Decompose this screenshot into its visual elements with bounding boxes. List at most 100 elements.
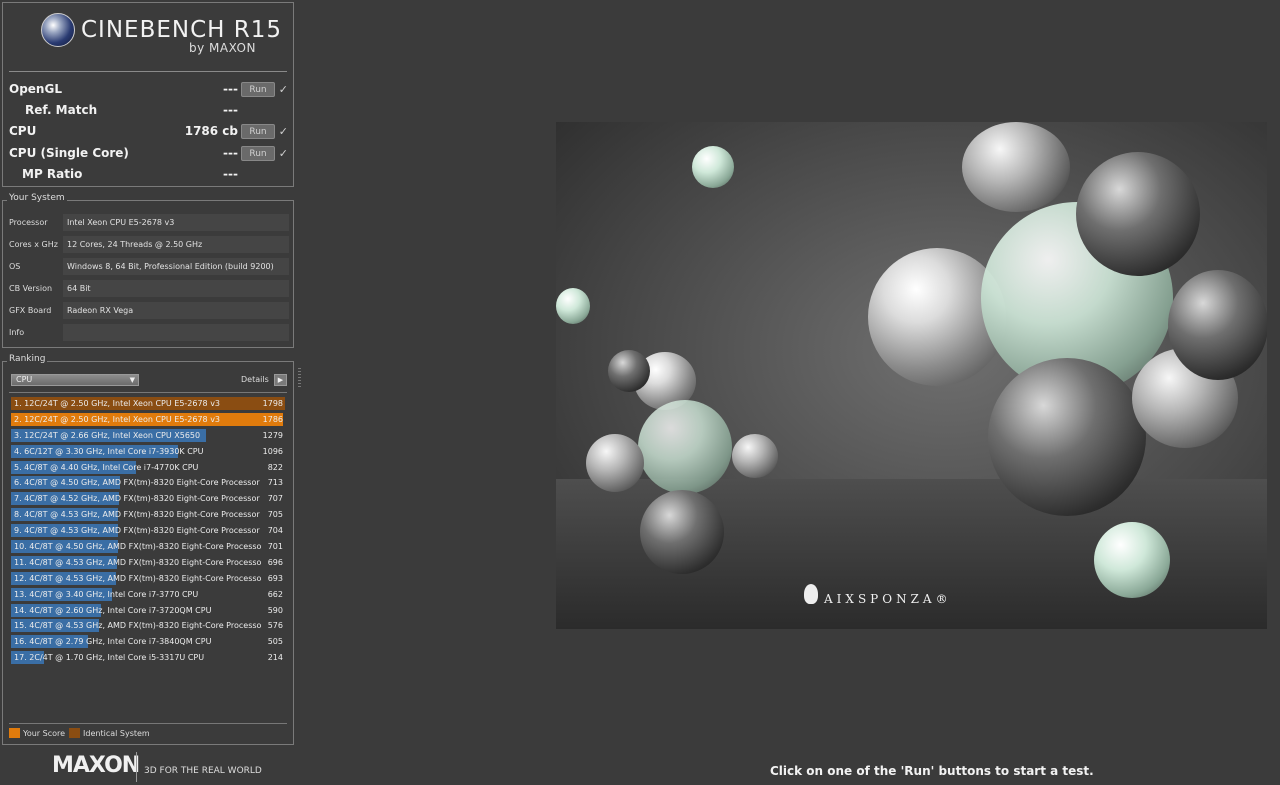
ranking-name: 15. 4C/8T @ 4.53 GHz, AMD FX(tm)-8320 Ei… (14, 621, 262, 631)
render-sphere (638, 400, 732, 494)
ranking-name: 16. 4C/8T @ 2.79 GHz, Intel Core i7-3840… (14, 637, 212, 647)
ranking-score: 707 (267, 494, 283, 504)
ranking-category-select[interactable]: CPU ▼ (11, 374, 139, 386)
ranking-row[interactable]: 3. 12C/24T @ 2.66 GHz, Intel Xeon CPU X5… (9, 428, 287, 444)
ranking-row[interactable]: 11. 4C/8T @ 4.53 GHz, AMD FX(tm)-8320 Ei… (9, 555, 287, 571)
system-value: 64 Bit (63, 279, 289, 297)
ranking-name: 3. 12C/24T @ 2.66 GHz, Intel Xeon CPU X5… (14, 430, 201, 440)
system-label: Cores x GHz (9, 239, 58, 249)
check-icon[interactable]: ✓ (279, 83, 288, 96)
system-row-processor: Processor Intel Xeon CPU E5-2678 v3 (9, 213, 289, 231)
ranking-divider (9, 723, 287, 724)
ranking-row[interactable]: 5. 4C/8T @ 4.40 GHz, Intel Core i7-4770K… (9, 460, 287, 476)
score-value: --- (223, 82, 238, 96)
ranking-name: 8. 4C/8T @ 4.53 GHz, AMD FX(tm)-8320 Eig… (14, 510, 260, 520)
ranking-row[interactable]: 13. 4C/8T @ 3.40 GHz, Intel Core i7-3770… (9, 587, 287, 603)
ranking-name: 17. 2C/4T @ 1.70 GHz, Intel Core i5-3317… (14, 653, 205, 663)
ranking-row[interactable]: 9. 4C/8T @ 4.53 GHz, AMD FX(tm)-8320 Eig… (9, 523, 287, 539)
render-sphere (1094, 522, 1170, 598)
ranking-score: 704 (267, 526, 283, 536)
app-subtitle: by MAXON (189, 41, 256, 55)
render-sphere (556, 288, 590, 324)
ranking-score: 1096 (262, 446, 283, 456)
panel-title: Ranking (7, 354, 48, 364)
ranking-row[interactable]: 8. 4C/8T @ 4.53 GHz, AMD FX(tm)-8320 Eig… (9, 507, 287, 523)
score-label: MP Ratio (22, 167, 83, 181)
details-button[interactable]: ▶ (274, 374, 287, 386)
ranking-name: 7. 4C/8T @ 4.52 GHz, AMD FX(tm)-8320 Eig… (14, 494, 260, 504)
panel-title: Your System (7, 193, 67, 203)
ranking-score: 701 (267, 542, 283, 552)
ranking-score: 705 (267, 510, 283, 520)
ranking-row[interactable]: 15. 4C/8T @ 4.53 GHz, AMD FX(tm)-8320 Ei… (9, 618, 287, 634)
check-icon[interactable]: ✓ (279, 125, 288, 138)
ranking-row[interactable]: 16. 4C/8T @ 2.79 GHz, Intel Core i7-3840… (9, 634, 287, 650)
render-sphere (1076, 152, 1200, 276)
ranking-name: 2. 12C/24T @ 2.50 GHz, Intel Xeon CPU E5… (14, 414, 221, 424)
render-sphere (692, 146, 734, 188)
ranking-name: 1. 12C/24T @ 2.50 GHz, Intel Xeon CPU E5… (14, 399, 221, 408)
header-panel: CINEBENCH R15 by MAXON OpenGL --- Run ✓ … (2, 2, 294, 187)
system-row-os: OS Windows 8, 64 Bit, Professional Editi… (9, 257, 289, 275)
ranking-legend: Your Score Identical System (9, 728, 150, 738)
ranking-row[interactable]: 10. 4C/8T @ 4.50 GHz, AMD FX(tm)-8320 Ei… (9, 539, 287, 555)
your-system-panel: Your System Processor Intel Xeon CPU E5-… (2, 193, 294, 348)
render-sphere (962, 122, 1070, 212)
ranking-score: 214 (267, 653, 283, 663)
panel-resize-handle[interactable] (298, 368, 301, 388)
score-value: --- (223, 167, 238, 181)
ranking-list: 1. 12C/24T @ 2.50 GHz, Intel Xeon CPU E5… (9, 396, 287, 666)
ranking-score: 662 (267, 589, 283, 599)
opengl-run-button[interactable]: Run (241, 81, 275, 97)
info-field[interactable] (63, 323, 289, 341)
render-sphere (1168, 270, 1267, 380)
render-sphere (988, 358, 1146, 516)
ranking-row[interactable]: 17. 2C/4T @ 1.70 GHz, Intel Core i5-3317… (9, 650, 287, 666)
select-value: CPU (16, 375, 33, 384)
ranking-name: 12. 4C/8T @ 4.53 GHz, AMD FX(tm)-8320 Ei… (14, 573, 262, 583)
ranking-row[interactable]: 7. 4C/8T @ 4.52 GHz, AMD FX(tm)-8320 Eig… (9, 491, 287, 507)
ranking-row[interactable]: 6. 4C/8T @ 4.50 GHz, AMD FX(tm)-8320 Eig… (9, 475, 287, 491)
system-row-cb-version: CB Version 64 Bit (9, 279, 289, 297)
render-sphere (640, 490, 724, 574)
ranking-row[interactable]: 4. 6C/12T @ 3.30 GHz, Intel Core i7-3930… (9, 444, 287, 460)
ranking-name: 14. 4C/8T @ 2.60 GHz, Intel Core i7-3720… (14, 605, 212, 615)
check-icon[interactable]: ✓ (279, 147, 288, 160)
system-row-info: Info (9, 323, 289, 341)
ranking-score: 696 (267, 557, 283, 567)
system-value: Windows 8, 64 Bit, Professional Edition … (63, 257, 289, 275)
score-row-ref-match: Ref. Match --- (9, 100, 289, 120)
score-value: --- (223, 146, 238, 160)
system-value: 12 Cores, 24 Threads @ 2.50 GHz (63, 235, 289, 253)
render-sphere (586, 434, 644, 492)
ranking-score: 1786 (262, 414, 283, 424)
score-value: --- (223, 103, 238, 117)
legend-swatch-identical (69, 728, 81, 738)
system-label: CB Version (9, 283, 53, 293)
cinebench-logo-icon (41, 13, 75, 47)
aixsponza-brand: AIXSPONZA® (824, 592, 952, 606)
legend-label: Identical System (83, 728, 150, 738)
ranking-row[interactable]: 2. 12C/24T @ 2.50 GHz, Intel Xeon CPU E5… (9, 412, 287, 428)
footer-tagline: 3D FOR THE REAL WORLD (144, 766, 262, 776)
system-row-gfx-board: GFX Board Radeon RX Vega (9, 301, 289, 319)
cpu-single-run-button[interactable]: Run (241, 145, 275, 161)
details-label: Details (241, 375, 269, 384)
render-sphere (608, 350, 650, 392)
ranking-score: 590 (267, 605, 283, 615)
system-value: Radeon RX Vega (63, 301, 289, 319)
system-label: Processor (9, 217, 48, 227)
ranking-row[interactable]: 14. 4C/8T @ 2.60 GHz, Intel Core i7-3720… (9, 603, 287, 619)
score-value: 1786 cb (184, 124, 238, 138)
ranking-row[interactable]: 12. 4C/8T @ 4.53 GHz, AMD FX(tm)-8320 Ei… (9, 571, 287, 587)
ranking-divider (9, 392, 287, 393)
system-row-cores: Cores x GHz 12 Cores, 24 Threads @ 2.50 … (9, 235, 289, 253)
system-label: GFX Board (9, 305, 52, 315)
footer-divider (136, 752, 137, 782)
render-preview: AIXSPONZA® (556, 122, 1267, 629)
ranking-name: 11. 4C/8T @ 4.53 GHz, AMD FX(tm)-8320 Ei… (14, 557, 262, 567)
score-row-mp-ratio: MP Ratio --- (9, 164, 289, 184)
ranking-row[interactable]: 1. 12C/24T @ 2.50 GHz, Intel Xeon CPU E5… (9, 396, 287, 412)
status-message: Click on one of the 'Run' buttons to sta… (770, 764, 1094, 778)
cpu-run-button[interactable]: Run (241, 123, 275, 139)
